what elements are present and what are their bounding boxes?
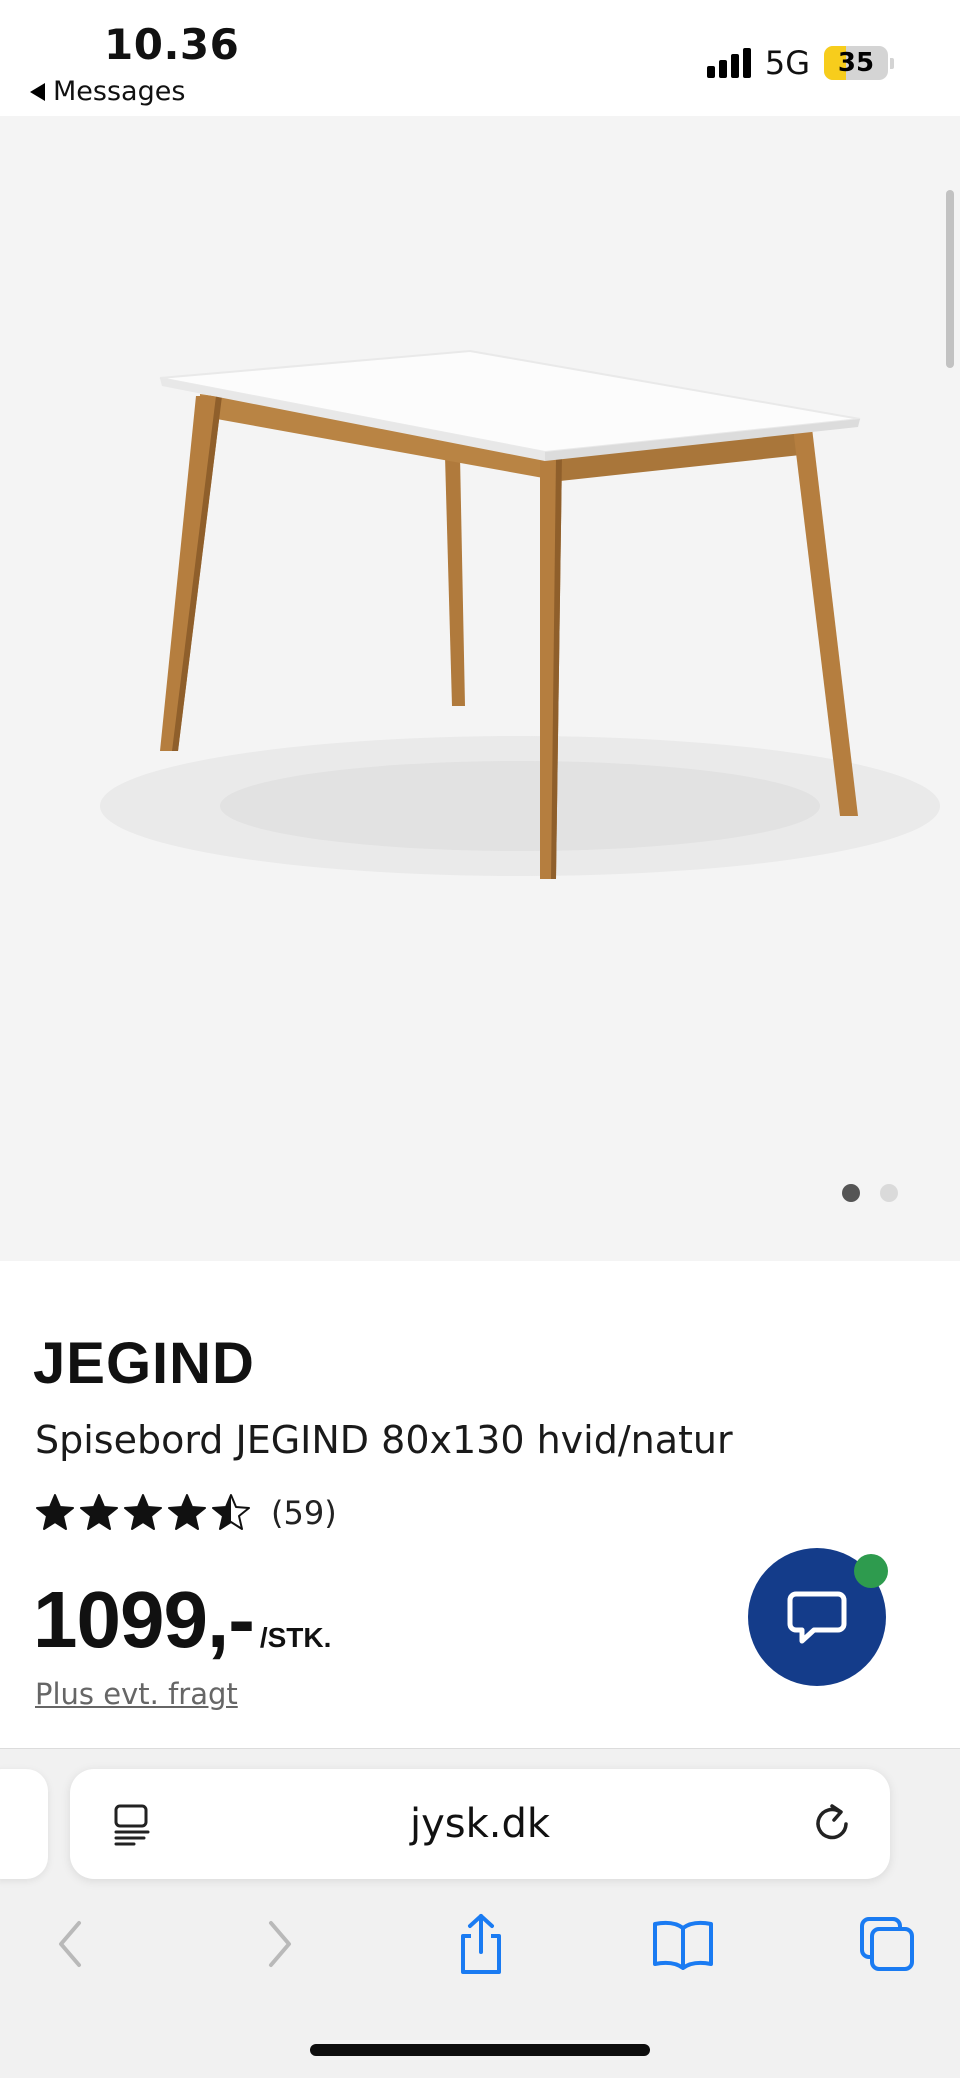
product-image-gallery[interactable] xyxy=(0,116,960,1261)
status-indicators: 5G 35 xyxy=(706,44,894,82)
price-value: 1099,- xyxy=(33,1575,255,1664)
online-indicator xyxy=(854,1554,888,1588)
chat-button[interactable] xyxy=(748,1548,888,1686)
reload-icon[interactable] xyxy=(810,1800,856,1851)
chat-bubble-icon xyxy=(787,1591,847,1644)
previous-tab-preview[interactable] xyxy=(0,1769,48,1879)
star-icon-5 xyxy=(212,1494,250,1530)
product-brand: JEGIND xyxy=(33,1331,255,1396)
share-icon[interactable] xyxy=(446,1909,516,1979)
home-indicator[interactable] xyxy=(310,2044,650,2056)
address-bar[interactable]: jysk.dk xyxy=(70,1769,890,1879)
star-icon-2 xyxy=(80,1494,118,1530)
freight-link[interactable]: Plus evt. fragt xyxy=(35,1677,238,1711)
star-icon-1 xyxy=(36,1494,74,1530)
star-icon-3 xyxy=(124,1494,162,1530)
browser-nav xyxy=(0,1909,960,1979)
url-text[interactable]: jysk.dk xyxy=(70,1769,890,1879)
product-price: 1099,- /STK. xyxy=(33,1574,331,1666)
gallery-dot-2[interactable] xyxy=(880,1184,898,1202)
battery-icon: 35 xyxy=(824,46,894,80)
product-name: Spisebord JEGIND 80x130 hvid/natur xyxy=(35,1418,733,1462)
star-icon-4 xyxy=(168,1494,206,1530)
back-label: Messages xyxy=(53,76,186,107)
review-count[interactable]: (59) xyxy=(271,1494,337,1532)
product-rating[interactable]: (59) xyxy=(35,1493,337,1533)
cellular-signal-icon xyxy=(706,48,751,78)
gallery-dot-1[interactable] xyxy=(842,1184,860,1202)
status-time: 10.36 xyxy=(104,20,240,69)
reader-mode-icon[interactable] xyxy=(110,1802,154,1851)
status-bar: 10.36 Messages 5G 35 xyxy=(0,0,960,116)
tabs-icon[interactable] xyxy=(852,1909,922,1979)
book-icon[interactable] xyxy=(648,1909,718,1979)
rating-stars xyxy=(35,1493,251,1533)
network-type: 5G xyxy=(764,44,810,82)
gallery-pagination[interactable] xyxy=(842,1184,898,1202)
back-triangle-icon xyxy=(30,82,45,101)
scroll-indicator[interactable] xyxy=(946,190,954,368)
chevron-right-icon[interactable] xyxy=(244,1909,314,1979)
battery-percent: 35 xyxy=(837,48,875,78)
back-to-messages[interactable]: Messages xyxy=(30,76,185,107)
price-unit: /STK. xyxy=(259,1622,332,1653)
product-image-table xyxy=(100,349,940,879)
browser-toolbar: jysk.dk xyxy=(0,1748,960,2078)
chevron-left-icon[interactable] xyxy=(36,1909,106,1979)
